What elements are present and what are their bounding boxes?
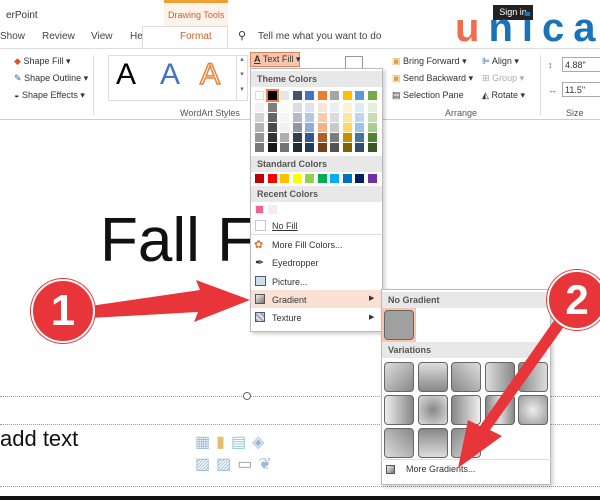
callout-1: 1 — [31, 279, 95, 343]
callout-arrows — [90, 280, 570, 468]
arrow-1 — [90, 280, 250, 322]
callout-2: 2 — [547, 270, 600, 330]
arrow-2 — [458, 312, 570, 468]
